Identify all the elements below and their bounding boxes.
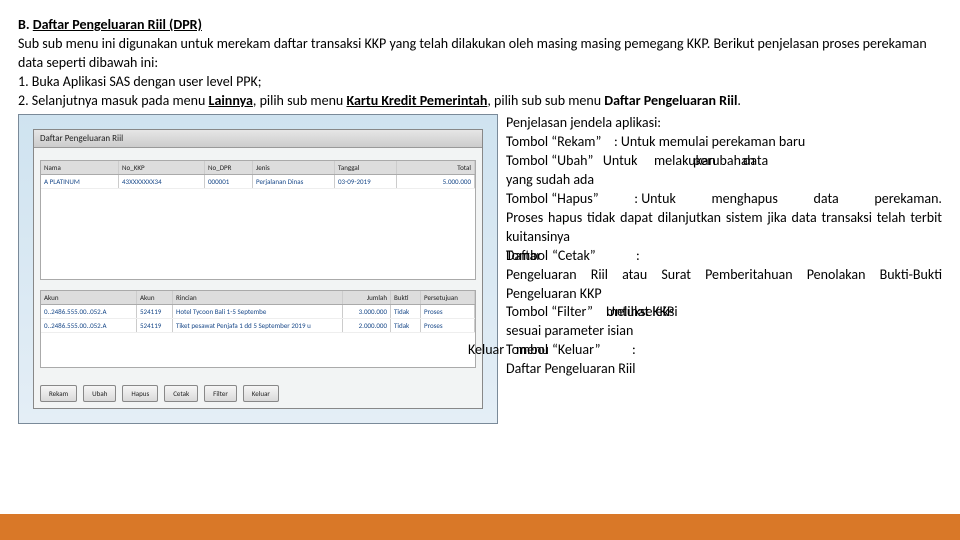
ubah-button[interactable]: Ubah [83, 385, 116, 402]
table-row[interactable]: 0..2486.555.00..052.A 524119 Tiket pesaw… [41, 319, 475, 333]
section-title: Daftar Pengeluaran Riil (DPR) [33, 16, 202, 33]
explanation-panel: Penjelasan jendela aplikasi: Tombol “Rek… [506, 114, 942, 424]
app-screenshot: Daftar Pengeluaran Riil Nama No_KKP No_D… [18, 114, 498, 424]
rekam-button[interactable]: Rekam [40, 385, 77, 402]
hapus-button[interactable]: Hapus [122, 385, 158, 402]
master-table: Nama No_KKP No_DPR Jenis Tanggal Total A… [40, 160, 476, 280]
intro-block: B. Daftar Pengeluaran Riil (DPR) Sub sub… [0, 0, 960, 110]
table-row[interactable]: A PLATINUM 43XXXXXXX34 000001 Perjalanan… [41, 175, 475, 189]
filter-button[interactable]: Filter [204, 385, 237, 402]
window-title: Daftar Pengeluaran Riil [34, 130, 482, 148]
table-row[interactable]: 0..2486.555.00..052.A 524119 Hotel Tycoo… [41, 305, 475, 319]
footer-bar [0, 514, 960, 540]
cetak-button[interactable]: Cetak [164, 385, 198, 402]
detail-table: Akun Akun Rincian Jumlah Bukti Persetuju… [40, 290, 476, 368]
keluar-button[interactable]: Keluar [243, 385, 279, 402]
